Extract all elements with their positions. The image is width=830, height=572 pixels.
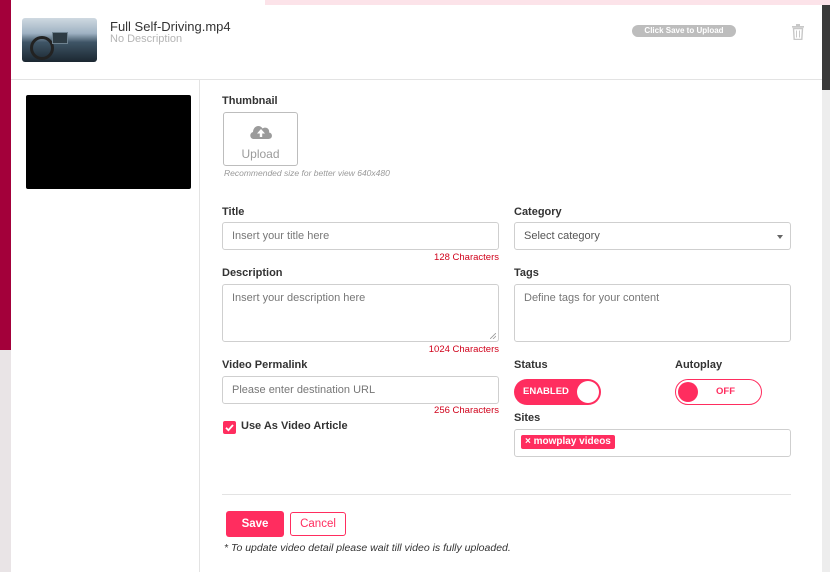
title-label: Title — [222, 206, 245, 218]
site-chip[interactable]: × mowplay videos — [521, 435, 615, 449]
upload-label: Upload — [241, 147, 280, 161]
upload-note: * To update video detail please wait til… — [224, 542, 511, 554]
file-description: No Description — [110, 33, 183, 45]
file-thumbnail — [22, 18, 97, 62]
trash-icon[interactable] — [791, 24, 805, 40]
permalink-input[interactable]: Please enter destination URL — [222, 376, 499, 404]
category-selected-value: Select category — [524, 230, 600, 242]
permalink-char-counter: 256 Characters — [434, 405, 499, 416]
permalink-label: Video Permalink — [222, 359, 308, 371]
thumbnail-hint: Recommended size for better view 640x480 — [224, 168, 390, 178]
video-article-label: Use As Video Article — [241, 420, 348, 432]
sites-label: Sites — [514, 412, 541, 424]
thumbnail-label: Thumbnail — [222, 95, 278, 107]
title-input[interactable]: Insert your title here — [222, 222, 499, 250]
background-right-dark — [822, 0, 830, 90]
checkmark-icon — [225, 424, 234, 432]
tags-label: Tags — [514, 267, 539, 279]
file-row: Full Self-Driving.mp4 No Description Cli… — [11, 5, 822, 80]
steering-wheel-shape — [30, 36, 54, 60]
cancel-button[interactable]: Cancel — [290, 512, 346, 536]
autoplay-toggle-knob — [678, 382, 698, 402]
category-label: Category — [514, 206, 562, 218]
autoplay-toggle[interactable]: OFF — [675, 379, 762, 405]
dashboard-screen-shape — [52, 32, 68, 44]
tags-input[interactable]: Define tags for your content — [514, 284, 791, 342]
status-toggle[interactable]: ENABLED — [514, 379, 601, 405]
description-textarea[interactable]: Insert your description here — [222, 284, 499, 342]
footer-divider — [222, 494, 791, 495]
status-label: Status — [514, 359, 548, 371]
save-button[interactable]: Save — [226, 511, 284, 537]
preview-column — [11, 80, 200, 572]
background-left-accent — [0, 0, 11, 350]
title-char-counter: 128 Characters — [434, 252, 499, 263]
autoplay-toggle-label: OFF — [716, 386, 735, 397]
video-preview[interactable] — [26, 95, 191, 189]
description-label: Description — [222, 267, 283, 279]
category-select[interactable]: Select category — [514, 222, 791, 250]
autoplay-label: Autoplay — [675, 359, 723, 371]
video-article-checkbox[interactable] — [223, 421, 236, 434]
caret-down-icon — [777, 235, 783, 239]
resize-handle-icon[interactable] — [490, 333, 496, 339]
cloud-upload-icon — [250, 126, 272, 139]
status-toggle-knob — [577, 381, 599, 403]
save-to-upload-badge: Click Save to Upload — [632, 25, 736, 37]
description-char-counter: 1024 Characters — [428, 344, 499, 355]
sites-input[interactable]: × mowplay videos — [514, 429, 791, 457]
thumbnail-upload-button[interactable]: Upload — [223, 112, 298, 166]
status-toggle-label: ENABLED — [523, 386, 569, 397]
description-placeholder: Insert your description here — [232, 292, 366, 304]
file-name: Full Self-Driving.mp4 — [110, 19, 231, 34]
